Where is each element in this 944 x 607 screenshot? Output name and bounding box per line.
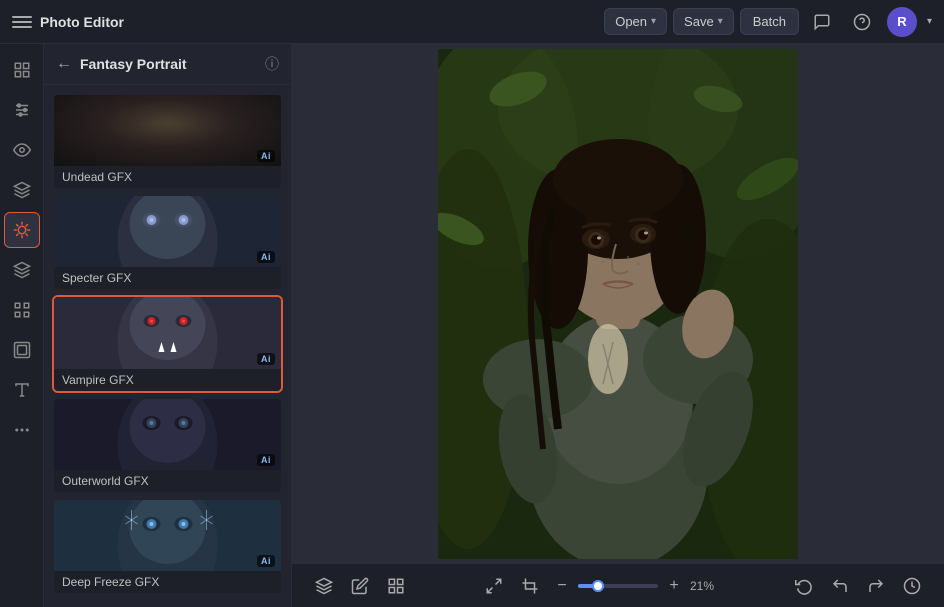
icon-sidebar (0, 44, 44, 607)
effect-item-specter[interactable]: Ai Specter GFX (52, 194, 283, 291)
fit-button[interactable] (478, 570, 510, 602)
topbar-center: Open ▾ Save ▾ Batch (604, 8, 799, 35)
sidebar-item-text[interactable] (4, 372, 40, 408)
effect-label-vampire: Vampire GFX (54, 369, 281, 391)
topbar-left: Photo Editor (12, 12, 596, 32)
ai-badge-vampire: Ai (257, 353, 275, 365)
sidebar-item-adjustments[interactable] (4, 92, 40, 128)
undo-redo-group (788, 570, 928, 602)
effects-list: Ai Undead GFX (44, 85, 291, 607)
canvas-viewport[interactable] (292, 44, 944, 563)
zoom-slider-thumb (592, 580, 604, 592)
topbar-right: R ▾ (807, 7, 932, 37)
ai-badge-outerworld: Ai (257, 454, 275, 466)
open-button[interactable]: Open ▾ (604, 8, 667, 35)
zoom-slider[interactable] (578, 584, 658, 588)
crop-button[interactable] (514, 570, 546, 602)
canvas-area: − + 21% (292, 44, 944, 607)
sidebar-item-objects[interactable] (4, 292, 40, 328)
comments-icon[interactable] (807, 7, 837, 37)
undo-button[interactable] (824, 570, 856, 602)
main-content: ← Fantasy Portrait ⓘ (0, 44, 944, 607)
sidebar-item-view[interactable] (4, 132, 40, 168)
effect-label-undead: Undead GFX (54, 166, 281, 188)
ai-badge-specter: Ai (257, 251, 275, 263)
back-button[interactable]: ← (56, 56, 72, 72)
zoom-controls: − + 21% (478, 570, 722, 602)
effect-item-deepfreeze[interactable]: Ai Deep Freeze GFX (52, 498, 283, 595)
sidebar-item-effects[interactable] (4, 172, 40, 208)
effect-thumb-specter: Ai (54, 196, 281, 267)
rotate-button[interactable] (788, 570, 820, 602)
effect-thumb-outerworld: Ai (54, 399, 281, 470)
topbar: Photo Editor Open ▾ Save ▾ Batch R ▾ (0, 0, 944, 44)
menu-icon[interactable] (12, 12, 32, 32)
effect-thumb-undead: Ai (54, 95, 281, 166)
effect-thumb-deepfreeze: Ai (54, 500, 281, 571)
sidebar-item-layers[interactable] (4, 252, 40, 288)
panel-header: ← Fantasy Portrait ⓘ (44, 44, 291, 85)
effect-item-outerworld[interactable]: Ai Outerworld GFX (52, 397, 283, 494)
effect-label-deepfreeze: Deep Freeze GFX (54, 571, 281, 593)
portrait-image (438, 49, 798, 559)
sidebar-item-fantasy[interactable] (4, 212, 40, 248)
sidebar-item-more[interactable] (4, 412, 40, 448)
effect-item-vampire[interactable]: Ai Vampire GFX (52, 295, 283, 392)
info-button[interactable]: ⓘ (265, 54, 279, 74)
panel-title: Fantasy Portrait (80, 56, 257, 72)
bottom-toolbar: − + 21% (292, 563, 944, 607)
ai-badge-deepfreeze: Ai (257, 555, 275, 567)
history-button[interactable] (896, 570, 928, 602)
effect-item-undead[interactable]: Ai Undead GFX (52, 93, 283, 190)
panel: ← Fantasy Portrait ⓘ (44, 44, 292, 607)
grid-tool-button[interactable] (380, 570, 412, 602)
sidebar-item-frames[interactable] (4, 332, 40, 368)
layers-tool-button[interactable] (308, 570, 340, 602)
save-button[interactable]: Save ▾ (673, 8, 734, 35)
edit-tool-button[interactable] (344, 570, 376, 602)
open-chevron-icon: ▾ (651, 16, 656, 27)
effect-label-specter: Specter GFX (54, 267, 281, 289)
effect-thumb-vampire: Ai (54, 297, 281, 368)
help-icon[interactable] (847, 7, 877, 37)
redo-button[interactable] (860, 570, 892, 602)
ai-badge-undead: Ai (257, 150, 275, 162)
sidebar-item-home[interactable] (4, 52, 40, 88)
save-chevron-icon: ▾ (718, 16, 723, 27)
effect-label-outerworld: Outerworld GFX (54, 470, 281, 492)
avatar[interactable]: R (887, 7, 917, 37)
batch-button[interactable]: Batch (740, 8, 799, 35)
toolbar-left-group (308, 570, 412, 602)
app-title: Photo Editor (40, 14, 124, 30)
zoom-plus-button[interactable]: + (662, 574, 686, 598)
zoom-minus-button[interactable]: − (550, 574, 574, 598)
avatar-chevron-icon[interactable]: ▾ (927, 16, 932, 27)
canvas-image-container (438, 49, 798, 559)
zoom-percent: 21% (690, 579, 722, 593)
